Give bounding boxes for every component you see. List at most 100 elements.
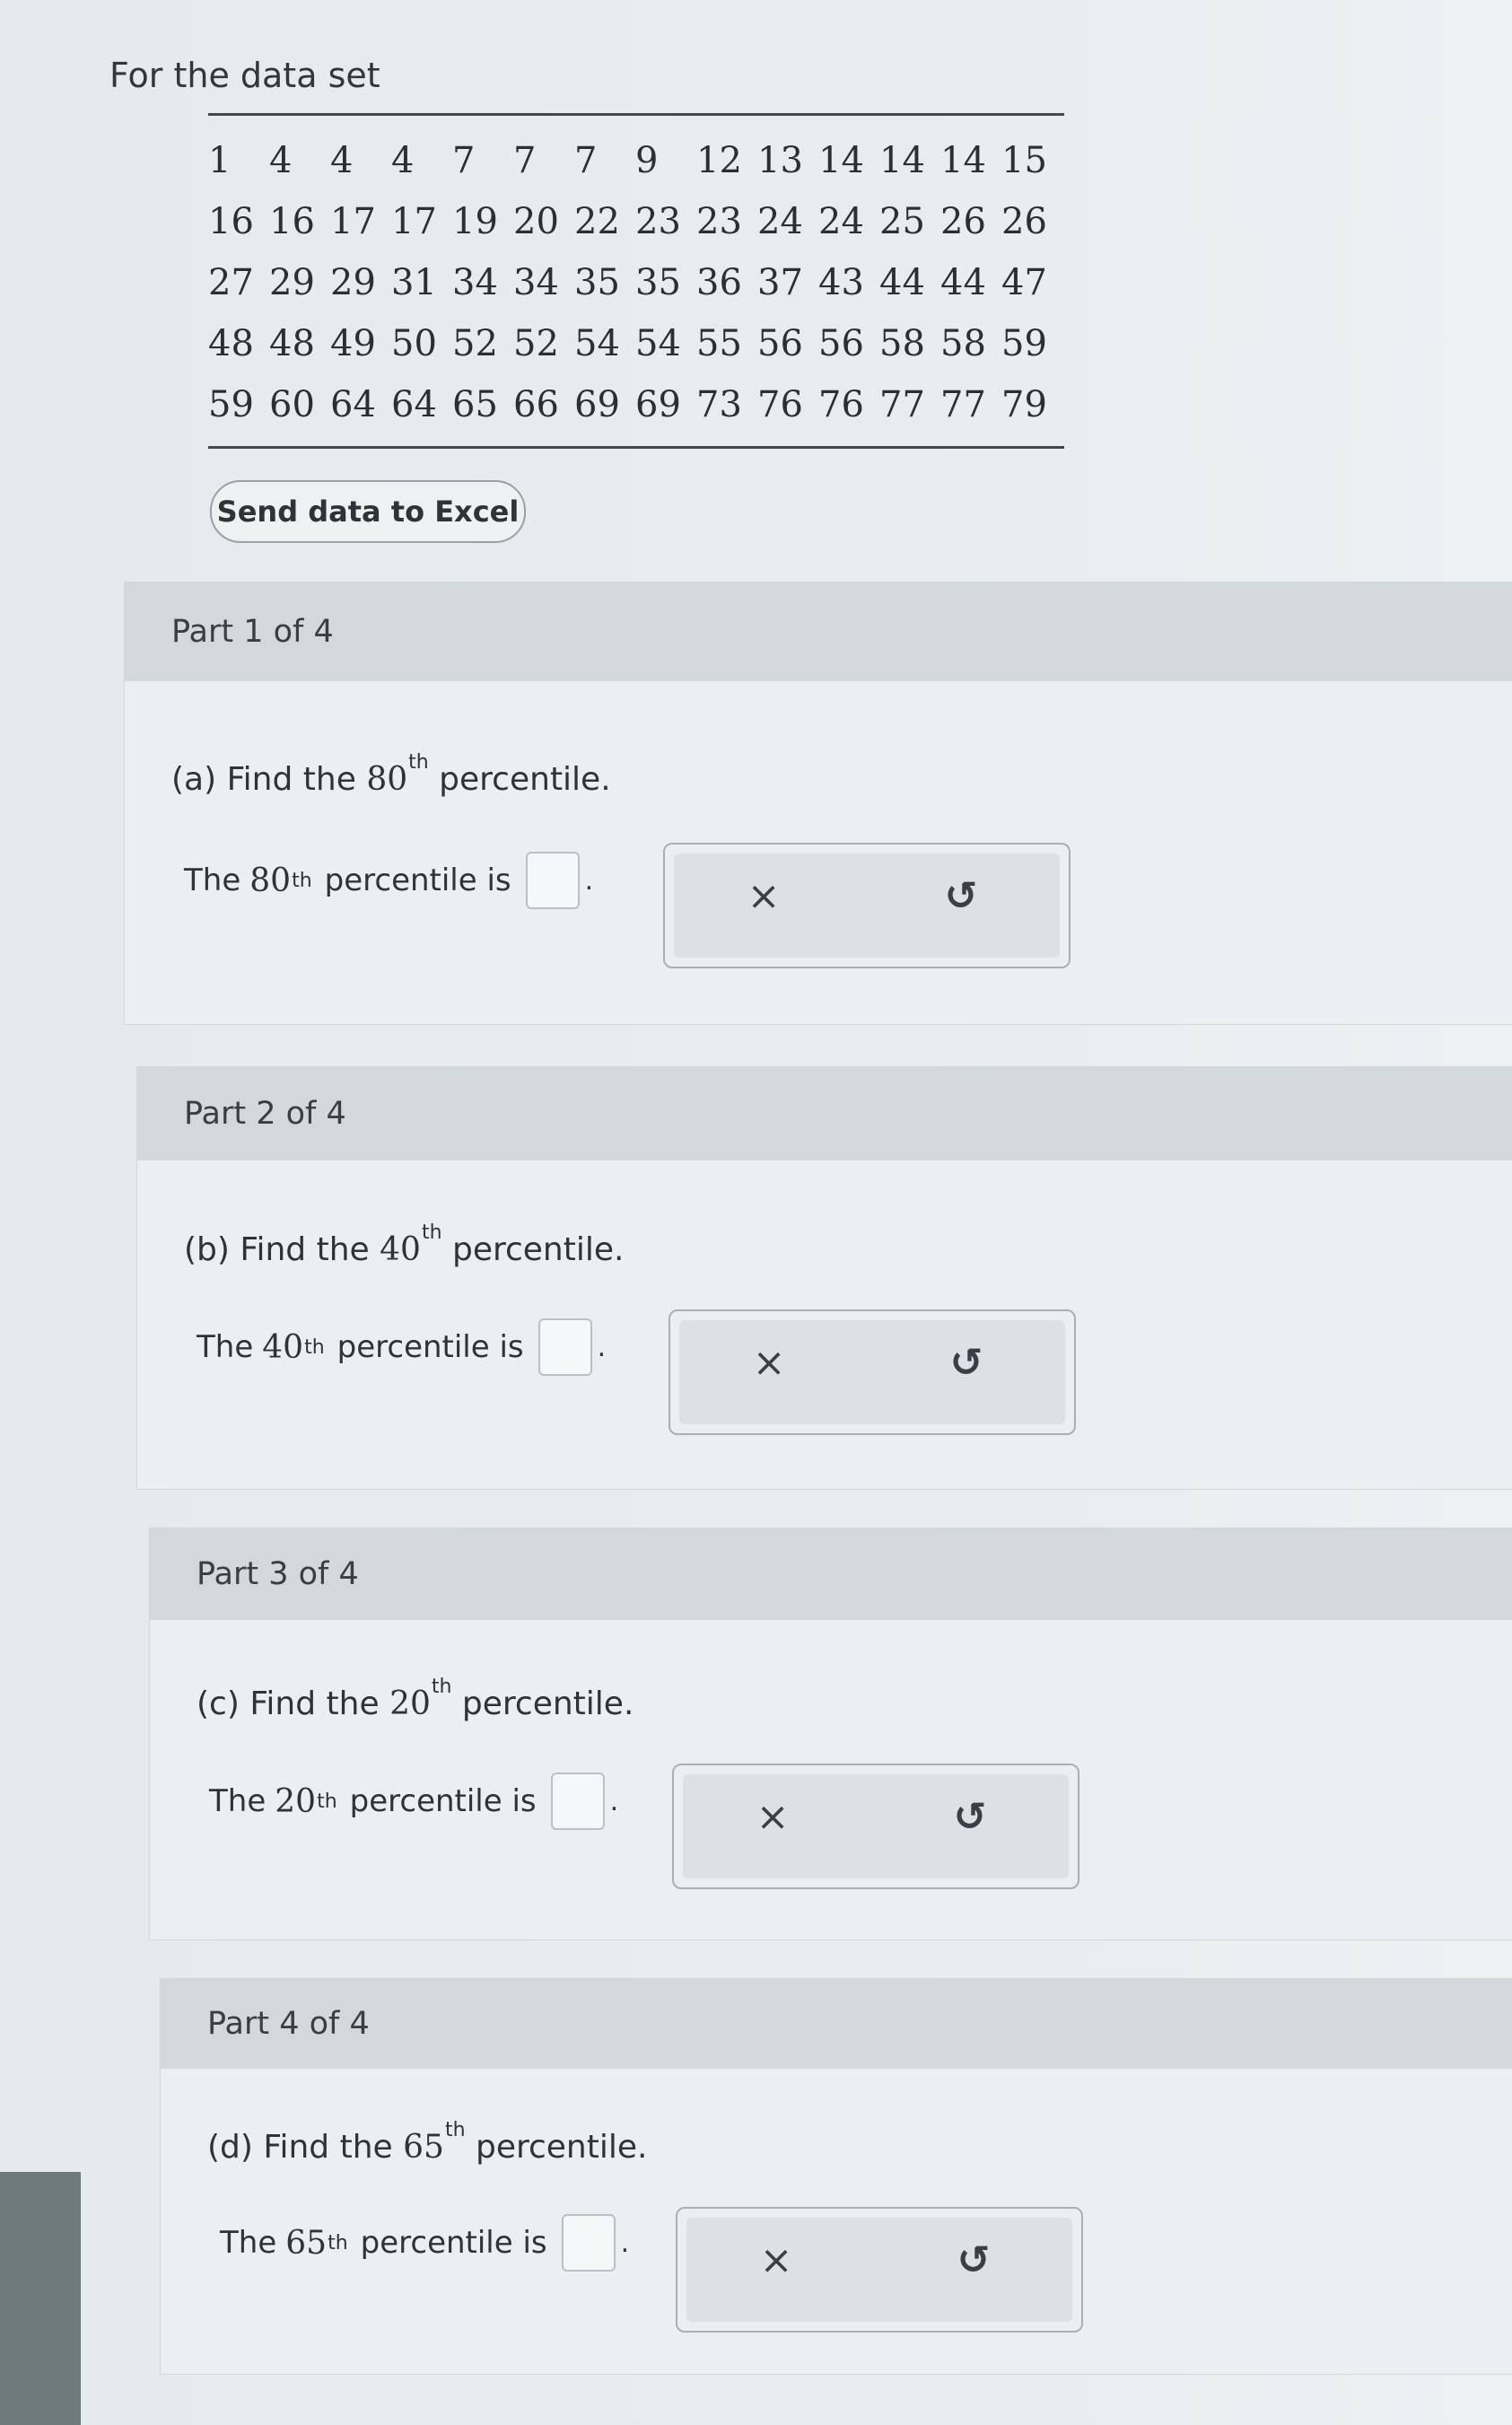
data-cell: 44 (879, 262, 925, 303)
percentile-number: 40 (262, 1328, 304, 1366)
question-text: (b) Find the 40th percentile. (184, 1221, 624, 1268)
data-cell: 17 (391, 201, 437, 242)
answer-suffix: percentile is (349, 1783, 537, 1819)
answer-period: . (597, 1331, 607, 1363)
answer-line: The 40th percentile is . (197, 1318, 606, 1376)
data-row: 59 60 64 64 65 66 69 69 73 76 76 77 77 7… (208, 374, 1064, 435)
answer-input[interactable] (525, 852, 580, 909)
data-cell: 76 (757, 384, 803, 425)
data-cell: 12 (696, 140, 742, 181)
question-text: (d) Find the 65th percentile. (207, 2119, 647, 2166)
data-cell: 56 (757, 323, 803, 364)
data-cell: 34 (513, 262, 559, 303)
answer-prefix: The (209, 1783, 267, 1819)
question-prefix: (a) Find the (171, 761, 356, 798)
data-cell: 47 (1001, 262, 1047, 303)
data-cell: 48 (269, 323, 315, 364)
data-cell: 58 (940, 323, 986, 364)
data-cell: 9 (635, 140, 659, 181)
data-cell: 79 (1001, 384, 1047, 425)
part-header: Part 2 of 4 (137, 1067, 1512, 1160)
data-cell: 52 (513, 323, 559, 364)
data-cell: 35 (574, 262, 620, 303)
data-cell: 31 (391, 262, 437, 303)
data-cell: 77 (940, 384, 986, 425)
data-table: 1 4 4 4 7 7 7 9 12 13 14 14 14 15 16 16 … (208, 113, 1064, 449)
answer-line: The 65th percentile is . (220, 2214, 629, 2272)
background-strip (0, 2172, 81, 2425)
answer-tools: × ↺ (663, 843, 1071, 968)
percentile-number: 20 (389, 1685, 431, 1722)
answer-period: . (609, 1785, 619, 1817)
data-row: 1 4 4 4 7 7 7 9 12 13 14 14 14 15 (208, 130, 1064, 191)
ordinal-suffix: th (292, 869, 312, 892)
data-row: 16 16 17 17 19 20 22 23 23 24 24 25 26 2… (208, 191, 1064, 252)
data-cell: 14 (818, 140, 864, 181)
answer-tools-background (686, 2218, 1072, 2322)
answer-input[interactable] (538, 1318, 592, 1376)
data-cell: 48 (208, 323, 254, 364)
part-header: Part 3 of 4 (150, 1528, 1512, 1620)
data-cell: 24 (757, 201, 803, 242)
answer-suffix: percentile is (324, 862, 511, 898)
data-cell: 59 (1001, 323, 1047, 364)
question-prefix: (c) Find the (197, 1685, 380, 1722)
undo-icon[interactable]: ↺ (947, 2234, 1001, 2288)
answer-input[interactable] (550, 1773, 605, 1830)
ordinal-suffix: th (431, 1676, 452, 1698)
answer-period: . (620, 2227, 630, 2259)
data-cell: 27 (208, 262, 254, 303)
data-cell: 7 (574, 140, 598, 181)
answer-prefix: The (220, 2225, 277, 2261)
undo-icon[interactable]: ↺ (934, 870, 988, 924)
data-cell: 14 (879, 140, 925, 181)
answer-tools: × ↺ (669, 1309, 1076, 1435)
close-icon[interactable]: × (749, 2234, 803, 2288)
data-cell: 69 (574, 384, 620, 425)
undo-icon[interactable]: ↺ (940, 1336, 993, 1390)
send-to-excel-button[interactable]: Send data to Excel (210, 480, 526, 543)
data-cell: 16 (269, 201, 315, 242)
data-cell: 15 (1001, 140, 1047, 181)
question-prefix: (d) Find the (207, 2129, 393, 2166)
data-cell: 52 (452, 323, 498, 364)
answer-input[interactable] (561, 2214, 616, 2272)
question-text: (c) Find the 20th percentile. (197, 1676, 634, 1722)
data-cell: 29 (330, 262, 376, 303)
data-cell: 60 (269, 384, 315, 425)
data-cell: 73 (696, 384, 742, 425)
answer-line: The 80th percentile is . (184, 852, 593, 909)
data-row: 27 29 29 31 34 34 35 35 36 37 43 44 44 4… (208, 252, 1064, 313)
question-text: (a) Find the 80th percentile. (171, 751, 611, 798)
part-panel: Part 2 of 4 (b) Find the 40th percentile… (136, 1066, 1512, 1490)
close-icon[interactable]: × (746, 1790, 800, 1844)
answer-prefix: The (184, 862, 241, 898)
data-cell: 34 (452, 262, 498, 303)
percentile-number: 80 (366, 761, 408, 798)
data-cell: 13 (757, 140, 803, 181)
part-panel: Part 1 of 4 (a) Find the 80th percentile… (124, 582, 1512, 1025)
part-header: Part 4 of 4 (161, 1979, 1512, 2069)
data-row: 48 48 49 50 52 52 54 54 55 56 56 58 58 5… (208, 313, 1064, 374)
page: For the data set 1 4 4 4 7 7 7 9 12 13 1… (0, 0, 1512, 2425)
data-cell: 17 (330, 201, 376, 242)
data-cell: 65 (452, 384, 498, 425)
data-cell: 64 (330, 384, 376, 425)
data-cell: 49 (330, 323, 376, 364)
data-cell: 36 (696, 262, 742, 303)
close-icon[interactable]: × (742, 1336, 796, 1390)
answer-tools-background (679, 1320, 1065, 1424)
undo-icon[interactable]: ↺ (943, 1790, 997, 1844)
data-cell: 7 (452, 140, 476, 181)
data-cell: 7 (513, 140, 537, 181)
data-cell: 55 (696, 323, 742, 364)
close-icon[interactable]: × (737, 870, 791, 924)
question-suffix: percentile. (461, 1685, 634, 1722)
data-cell: 4 (330, 140, 354, 181)
data-cell: 19 (452, 201, 498, 242)
data-cell: 25 (879, 201, 925, 242)
data-cell: 29 (269, 262, 315, 303)
data-cell: 50 (391, 323, 437, 364)
data-cell: 64 (391, 384, 437, 425)
data-cell: 44 (940, 262, 986, 303)
